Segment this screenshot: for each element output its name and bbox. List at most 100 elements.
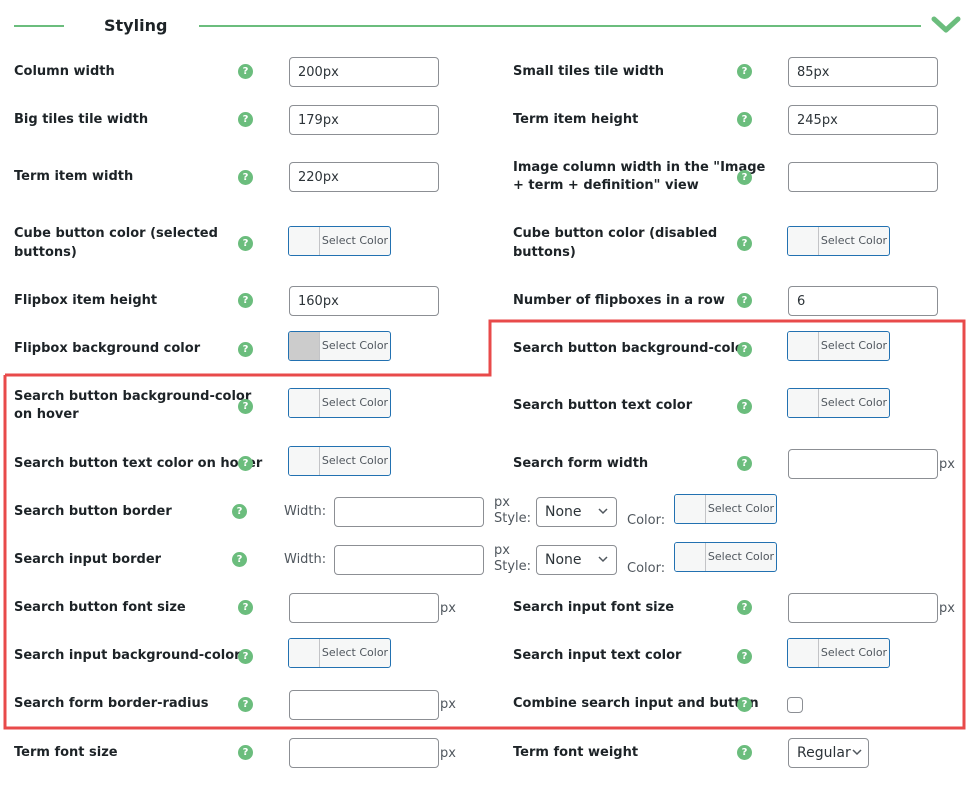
label-term-font-size: Term font size [14,745,118,760]
label-flipbox-item-height: Flipbox item height [14,293,158,308]
help-icon[interactable]: ? [737,342,752,357]
label-term-item-width: Term item width [14,169,134,184]
help-icon[interactable]: ? [232,504,247,519]
color-swatch [788,389,819,417]
help-icon[interactable]: ? [737,112,752,127]
selected-value: Regular [797,745,851,761]
search-form-radius-input[interactable] [289,690,439,720]
search-input-font-size-input[interactable] [788,593,938,623]
search-input-text-color-button[interactable]: Select Color [787,638,890,668]
help-icon[interactable]: ? [238,600,253,615]
search-input-border-width-input[interactable] [334,545,484,575]
search-button-text-hover-color-button[interactable]: Select Color [288,446,391,476]
help-icon[interactable]: ? [737,600,752,615]
search-button-text-color-button[interactable]: Select Color [787,388,890,418]
flipboxes-in-row-input[interactable] [788,286,938,316]
unit-px: px [440,697,456,712]
cube-selected-color-button[interactable]: Select Color [288,226,391,256]
help-icon[interactable]: ? [737,64,752,79]
search-input-border-color-button[interactable]: Select Color [674,542,777,572]
label-image-column-width-line2: + term + definition" view [513,178,699,193]
help-icon[interactable]: ? [238,649,253,664]
selected-value: None [545,504,582,520]
column-width-input[interactable] [289,57,439,87]
select-color-label: Select Color [321,339,389,352]
label-cube-disabled-line2: buttons) [513,245,576,260]
color-swatch [289,332,320,360]
help-icon[interactable]: ? [737,745,752,760]
select-color-label: Select Color [321,454,389,467]
search-input-bg-color-button[interactable]: Select Color [288,638,391,668]
help-icon[interactable]: ? [737,236,752,251]
term-font-size-input[interactable] [289,738,439,768]
search-button-border-style-select[interactable]: None [536,497,617,527]
label-cube-selected-line1: Cube button color (selected [14,226,218,241]
unit-px: px [939,601,955,616]
help-icon[interactable]: ? [238,170,253,185]
term-font-weight-select[interactable]: Regular [788,738,869,768]
help-icon[interactable]: ? [737,170,752,185]
label-search-form-radius: Search form border-radius [14,696,209,711]
label-term-item-height: Term item height [513,112,639,127]
label-search-button-bg-hover-line1: Search button background-color [14,389,252,404]
chevron-down-icon[interactable] [930,14,962,36]
color-swatch [289,227,320,255]
help-icon[interactable]: ? [238,64,253,79]
label-cube-disabled-line1: Cube button color (disabled [513,226,718,241]
label-search-input-text: Search input text color [513,648,682,663]
label-flipbox-bg: Flipbox background color [14,341,201,356]
help-icon[interactable]: ? [737,456,752,471]
image-column-width-input[interactable] [788,162,938,192]
term-item-width-input[interactable] [289,162,439,192]
help-icon[interactable]: ? [238,236,253,251]
help-icon[interactable]: ? [238,399,253,414]
color-swatch [289,447,320,475]
label-big-tiles-tile-width: Big tiles tile width [14,112,149,127]
help-icon[interactable]: ? [238,697,253,712]
label-search-input-font-size: Search input font size [513,600,675,615]
big-tiles-tile-width-input[interactable] [289,105,439,135]
color-label: Color: [627,513,666,528]
selected-value: None [545,552,582,568]
label-search-button-bg: Search button background-color [513,341,751,356]
flipbox-item-height-input[interactable] [289,286,439,316]
help-icon[interactable]: ? [737,293,752,308]
help-icon[interactable]: ? [238,342,253,357]
label-search-button-text: Search button text color [513,398,693,413]
small-tiles-tile-width-input[interactable] [788,57,938,87]
help-icon[interactable]: ? [737,649,752,664]
search-button-font-size-input[interactable] [289,593,439,623]
help-icon[interactable]: ? [737,697,752,712]
cube-disabled-color-button[interactable]: Select Color [787,226,890,256]
help-icon[interactable]: ? [238,293,253,308]
label-term-font-weight: Term font weight [513,745,639,760]
color-swatch [289,389,320,417]
label-search-button-bg-hover-line2: on hover [14,407,79,422]
label-search-button-border: Search button border [14,504,172,519]
unit-px: px [494,495,510,510]
help-icon[interactable]: ? [238,112,253,127]
search-button-bg-hover-color-button[interactable]: Select Color [288,388,391,418]
width-label: Width: [284,504,327,519]
chevron-down-icon [598,508,608,515]
flipbox-bg-color-button[interactable]: Select Color [288,331,391,361]
help-icon[interactable]: ? [232,552,247,567]
label-search-form-width: Search form width [513,456,649,471]
unit-px: px [440,746,456,761]
color-label: Color: [627,561,666,576]
chevron-down-icon [852,749,862,756]
term-item-height-input[interactable] [788,105,938,135]
search-input-border-style-select[interactable]: None [536,545,617,575]
combine-checkbox[interactable] [787,697,803,713]
search-button-bg-color-button[interactable]: Select Color [787,331,890,361]
search-button-border-width-input[interactable] [334,497,484,527]
search-form-width-input[interactable] [788,449,938,479]
label-search-button-text-hover: Search button text color on hover [14,456,263,471]
label-image-column-width-line1: Image column width in the "Image [513,160,766,175]
help-icon[interactable]: ? [737,399,752,414]
label-small-tiles-tile-width: Small tiles tile width [513,64,665,79]
search-button-border-color-button[interactable]: Select Color [674,494,777,524]
label-combine: Combine search input and button [513,696,759,711]
help-icon[interactable]: ? [238,745,253,760]
help-icon[interactable]: ? [238,456,253,471]
